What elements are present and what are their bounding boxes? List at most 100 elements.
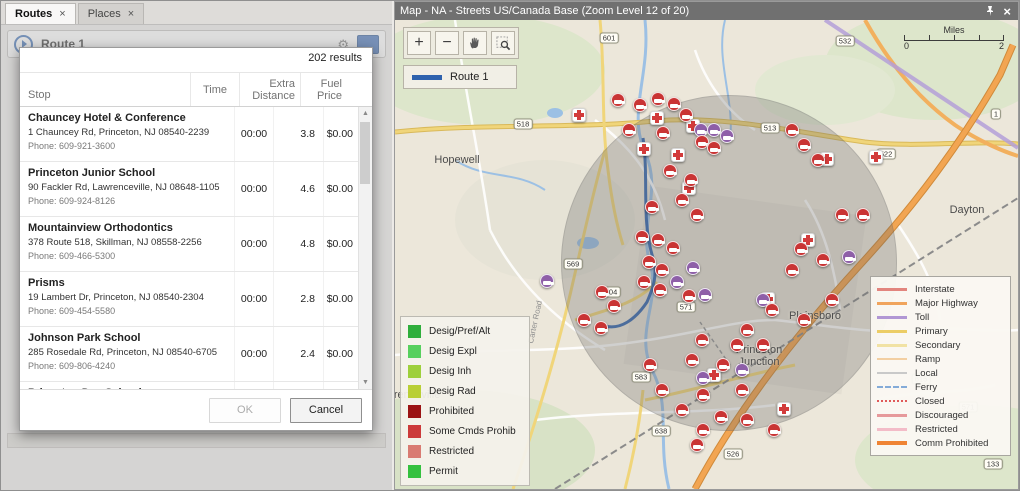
zoom-in-button[interactable]: + xyxy=(407,31,431,55)
marker-restricted-purple[interactable] xyxy=(720,129,734,143)
marker-prohibited[interactable] xyxy=(707,141,721,155)
marker-medical[interactable] xyxy=(777,402,791,416)
marker-prohibited[interactable] xyxy=(785,123,799,137)
marker-prohibited[interactable] xyxy=(696,388,710,402)
pin-icon[interactable] xyxy=(985,5,995,17)
marker-prohibited[interactable] xyxy=(825,293,839,307)
marker-prohibited[interactable] xyxy=(655,263,669,277)
marker-prohibited[interactable] xyxy=(811,153,825,167)
truck-icon xyxy=(685,296,693,300)
marker-prohibited[interactable] xyxy=(716,358,730,372)
legend-swatch xyxy=(408,425,421,438)
marker-prohibited[interactable] xyxy=(740,323,754,337)
marker-prohibited[interactable] xyxy=(690,438,704,452)
route-legend-chip[interactable]: Route 1 xyxy=(403,65,517,89)
marker-prohibited[interactable] xyxy=(682,289,696,303)
marker-prohibited[interactable] xyxy=(765,303,779,317)
scrollbar-thumb[interactable] xyxy=(360,122,370,184)
result-row[interactable]: Princeton Day School xyxy=(20,382,359,389)
marker-medical[interactable] xyxy=(572,108,586,122)
column-stop[interactable]: Stop xyxy=(20,73,190,106)
marker-restricted-purple[interactable] xyxy=(842,250,856,264)
marker-prohibited[interactable] xyxy=(655,383,669,397)
marker-prohibited[interactable] xyxy=(835,208,849,222)
marker-medical[interactable] xyxy=(637,142,651,156)
marker-prohibited[interactable] xyxy=(595,285,609,299)
marker-prohibited[interactable] xyxy=(611,93,625,107)
marker-prohibited[interactable] xyxy=(656,126,670,140)
tab-routes[interactable]: Routes × xyxy=(5,3,76,24)
cancel-button[interactable]: Cancel xyxy=(290,398,362,423)
marker-prohibited[interactable] xyxy=(675,403,689,417)
pan-hand-button[interactable] xyxy=(463,31,487,55)
marker-prohibited[interactable] xyxy=(685,353,699,367)
marker-prohibited[interactable] xyxy=(663,164,677,178)
marker-prohibited[interactable] xyxy=(651,92,665,106)
marker-prohibited[interactable] xyxy=(577,313,591,327)
marker-prohibited[interactable] xyxy=(794,242,808,256)
marker-prohibited[interactable] xyxy=(667,97,681,111)
marker-prohibited[interactable] xyxy=(756,338,770,352)
scroll-up-icon[interactable]: ▲ xyxy=(359,107,372,120)
scrollbar-track[interactable] xyxy=(359,120,372,376)
marker-prohibited[interactable] xyxy=(856,208,870,222)
marker-prohibited[interactable] xyxy=(767,423,781,437)
marker-prohibited[interactable] xyxy=(735,383,749,397)
box-zoom-button[interactable] xyxy=(491,31,515,55)
marker-restricted-purple[interactable] xyxy=(735,363,749,377)
result-row[interactable]: Princeton Junior School90 Fackler Rd, La… xyxy=(20,162,359,217)
marker-medical[interactable] xyxy=(650,111,664,125)
marker-restricted-purple[interactable] xyxy=(698,288,712,302)
marker-prohibited[interactable] xyxy=(740,413,754,427)
column-extra-distance[interactable]: Extra Distance xyxy=(239,73,300,106)
marker-prohibited[interactable] xyxy=(816,253,830,267)
results-scrollbar[interactable]: ▲ ▼ xyxy=(358,107,372,389)
marker-prohibited[interactable] xyxy=(679,108,693,122)
marker-medical[interactable] xyxy=(671,148,685,162)
marker-prohibited[interactable] xyxy=(695,333,709,347)
marker-prohibited[interactable] xyxy=(666,241,680,255)
marker-prohibited[interactable] xyxy=(696,423,710,437)
marker-prohibited[interactable] xyxy=(684,173,698,187)
legend-item: Local xyxy=(877,366,1004,380)
result-row[interactable]: Mountainview Orthodontics378 Route 518, … xyxy=(20,217,359,272)
marker-medical[interactable] xyxy=(869,150,883,164)
ok-button[interactable]: OK xyxy=(209,398,281,423)
marker-prohibited[interactable] xyxy=(633,98,647,112)
tab-places[interactable]: Places × xyxy=(78,3,144,24)
marker-prohibited[interactable] xyxy=(642,255,656,269)
marker-prohibited[interactable] xyxy=(622,123,636,137)
column-time[interactable]: Time xyxy=(190,73,239,106)
marker-restricted-purple[interactable] xyxy=(540,274,554,288)
truck-icon xyxy=(638,237,646,241)
marker-prohibited[interactable] xyxy=(635,230,649,244)
marker-prohibited[interactable] xyxy=(651,233,665,247)
marker-prohibited[interactable] xyxy=(690,208,704,222)
marker-restricted-purple[interactable] xyxy=(670,275,684,289)
marker-restricted-purple[interactable] xyxy=(696,371,710,385)
marker-prohibited[interactable] xyxy=(675,193,689,207)
map-canvas[interactable]: HopewellDaytonPlainsboroPrinceton Juncti… xyxy=(395,20,1018,489)
tab-routes-close-icon[interactable]: × xyxy=(59,8,65,20)
marker-prohibited[interactable] xyxy=(645,200,659,214)
marker-prohibited[interactable] xyxy=(730,338,744,352)
result-row[interactable]: Johnson Park School285 Rosedale Rd, Prin… xyxy=(20,327,359,382)
marker-prohibited[interactable] xyxy=(714,410,728,424)
map-close-icon[interactable]: × xyxy=(1001,4,1013,19)
tab-places-close-icon[interactable]: × xyxy=(128,8,134,20)
marker-prohibited[interactable] xyxy=(607,299,621,313)
scroll-down-icon[interactable]: ▼ xyxy=(359,376,372,389)
marker-restricted-purple[interactable] xyxy=(686,261,700,275)
marker-prohibited[interactable] xyxy=(594,321,608,335)
marker-prohibited[interactable] xyxy=(785,263,799,277)
marker-prohibited[interactable] xyxy=(653,283,667,297)
result-row[interactable]: Prisms19 Lambert Dr, Princeton, NJ 08540… xyxy=(20,272,359,327)
zoom-out-button[interactable]: − xyxy=(435,31,459,55)
marker-prohibited[interactable] xyxy=(643,358,657,372)
result-row[interactable]: Chauncey Hotel & Conference1 Chauncey Rd… xyxy=(20,107,359,162)
marker-prohibited[interactable] xyxy=(637,275,651,289)
marker-prohibited[interactable] xyxy=(797,313,811,327)
marker-restricted-purple[interactable] xyxy=(707,123,721,137)
marker-prohibited[interactable] xyxy=(797,138,811,152)
column-fuel-price[interactable]: Fuel Price xyxy=(300,73,349,106)
